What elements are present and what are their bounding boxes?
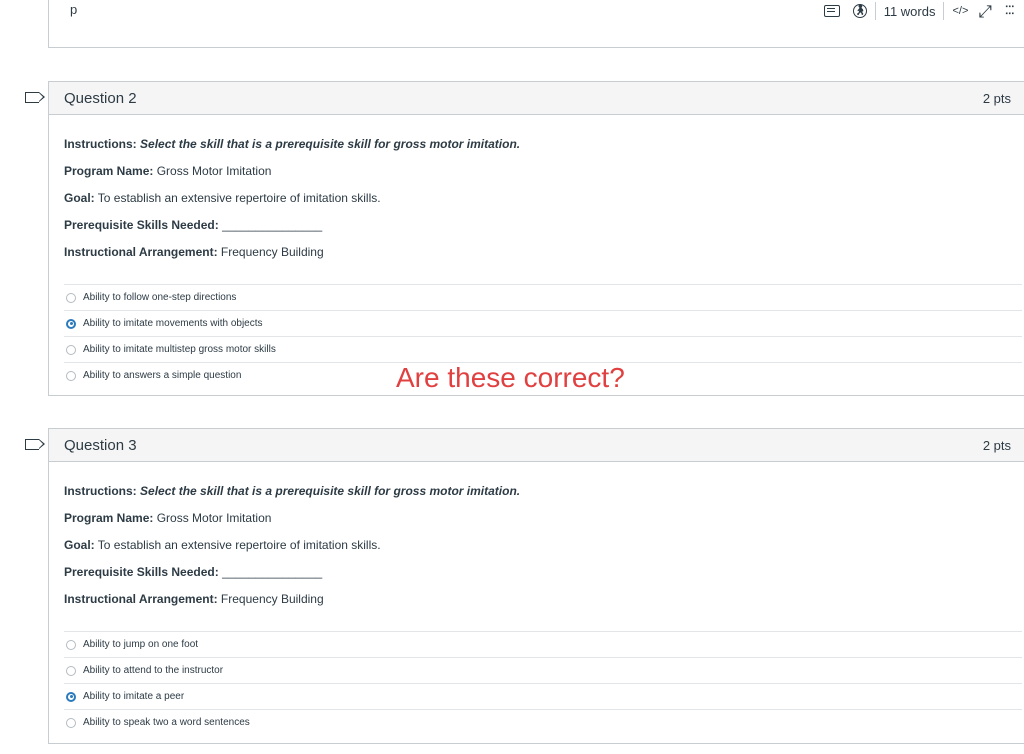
program-label: Program Name: — [64, 511, 154, 525]
flag-icon[interactable] — [25, 91, 45, 103]
arrangement-line: Instructional Arrangement: Frequency Bui… — [64, 245, 1022, 259]
editor-paragraph-tag[interactable]: p — [70, 2, 77, 17]
radio-button[interactable] — [66, 292, 76, 303]
question-title: Question 2 — [64, 89, 137, 107]
answer-option[interactable]: Ability to speak two a word sentences — [64, 710, 1022, 735]
answer-option[interactable]: Ability to jump on one foot — [64, 632, 1022, 658]
keyboard-icon — [823, 5, 840, 17]
prereq-value: _______________ — [222, 218, 323, 232]
answer-option[interactable]: Ability to imitate multistep gross motor… — [64, 337, 1022, 363]
instructions-line: Instructions: Select the skill that is a… — [64, 137, 1022, 151]
radio-button[interactable] — [66, 344, 76, 355]
answer-label: Ability to imitate a peer — [83, 691, 185, 702]
html-editor-toggle[interactable]: </> — [952, 0, 968, 22]
arrangement-value: Frequency Building — [220, 245, 324, 259]
drag-handle-icon[interactable]: ⠇⠇ — [1002, 0, 1015, 22]
goal-label: Goal: — [64, 538, 95, 552]
arrangement-value: Frequency Building — [220, 592, 324, 606]
program-label: Program Name: — [64, 164, 154, 178]
radio-button[interactable] — [66, 717, 76, 728]
goal-label: Goal: — [64, 191, 95, 205]
question-title: Question 3 — [64, 436, 137, 454]
radio-button-selected[interactable] — [66, 318, 76, 329]
goal-line: Goal: To establish an extensive repertoi… — [64, 538, 1022, 552]
accessibility-icon: 🚶︎ — [852, 4, 867, 18]
word-count: 11 words — [883, 3, 936, 19]
expand-icon[interactable]: ⤢ — [978, 0, 992, 22]
prereq-value: _______________ — [222, 565, 323, 579]
radio-button-selected[interactable] — [66, 691, 76, 702]
answer-list: Ability to jump on one foot Ability to a… — [64, 631, 1022, 735]
program-value: Gross Motor Imitation — [156, 164, 272, 178]
program-value: Gross Motor Imitation — [156, 511, 272, 525]
answer-label: Ability to follow one-step directions — [83, 292, 237, 303]
arrangement-label: Instructional Arrangement: — [64, 245, 218, 259]
instructions-label: Instructions: — [64, 137, 137, 151]
prereq-label: Prerequisite Skills Needed: — [64, 218, 219, 232]
answer-label: Ability to jump on one foot — [83, 639, 199, 650]
question-header: Question 3 2 pts — [49, 429, 1024, 462]
answer-label: Ability to speak two a word sentences — [83, 717, 250, 728]
answer-option[interactable]: Ability to imitate movements with object… — [64, 311, 1022, 337]
goal-value: To establish an extensive repertoire of … — [97, 538, 381, 552]
flag-icon[interactable] — [25, 438, 45, 450]
answer-label: Ability to attend to the instructor — [83, 665, 224, 676]
program-line: Program Name: Gross Motor Imitation — [64, 164, 1022, 178]
accessibility-checker-button[interactable]: 🚶︎ — [852, 0, 867, 22]
prereq-line: Prerequisite Skills Needed: ____________… — [64, 218, 1022, 232]
radio-button[interactable] — [66, 639, 76, 650]
answer-label: Ability to imitate multistep gross motor… — [83, 344, 276, 355]
prereq-line: Prerequisite Skills Needed: ____________… — [64, 565, 1022, 579]
instructions-line: Instructions: Select the skill that is a… — [64, 484, 1022, 498]
answer-option[interactable]: Ability to follow one-step directions — [64, 285, 1022, 311]
editor-status-bar: 🚶︎ 11 words </> ⤢ ⠇⠇ — [823, 0, 1015, 22]
radio-button[interactable] — [66, 370, 76, 381]
instructions-label: Instructions: — [64, 484, 137, 498]
answer-label: Ability to answers a simple question — [83, 370, 242, 381]
question-body: Instructions: Select the skill that is a… — [49, 462, 1024, 735]
annotation-text: Are these correct? — [396, 362, 625, 393]
goal-line: Goal: To establish an extensive repertoi… — [64, 191, 1022, 205]
question-points: 2 pts — [982, 90, 1011, 106]
question-header: Question 2 2 pts — [49, 82, 1024, 115]
keyboard-shortcuts-button[interactable] — [823, 0, 840, 22]
question-3: Question 3 2 pts Instructions: Select th… — [48, 428, 1024, 744]
instructions-text: Select the skill that is a prerequisite … — [140, 484, 521, 498]
program-line: Program Name: Gross Motor Imitation — [64, 511, 1022, 525]
answer-label: Ability to imitate movements with object… — [83, 318, 263, 329]
prereq-label: Prerequisite Skills Needed: — [64, 565, 219, 579]
answer-option[interactable]: Ability to imitate a peer — [64, 684, 1022, 710]
status-bar-divider — [874, 2, 876, 20]
question-2: Question 2 2 pts Instructions: Select th… — [48, 81, 1024, 396]
goal-value: To establish an extensive repertoire of … — [97, 191, 381, 205]
answer-option[interactable]: Ability to attend to the instructor — [64, 658, 1022, 684]
rich-text-editor[interactable]: p 🚶︎ 11 words </> ⤢ ⠇⠇ — [48, 0, 1024, 48]
question-points: 2 pts — [982, 437, 1011, 453]
radio-button[interactable] — [66, 665, 76, 676]
arrangement-line: Instructional Arrangement: Frequency Bui… — [64, 592, 1022, 606]
question-body: Instructions: Select the skill that is a… — [49, 115, 1024, 388]
instructions-text: Select the skill that is a prerequisite … — [140, 137, 521, 151]
status-bar-divider — [943, 2, 945, 20]
arrangement-label: Instructional Arrangement: — [64, 592, 218, 606]
